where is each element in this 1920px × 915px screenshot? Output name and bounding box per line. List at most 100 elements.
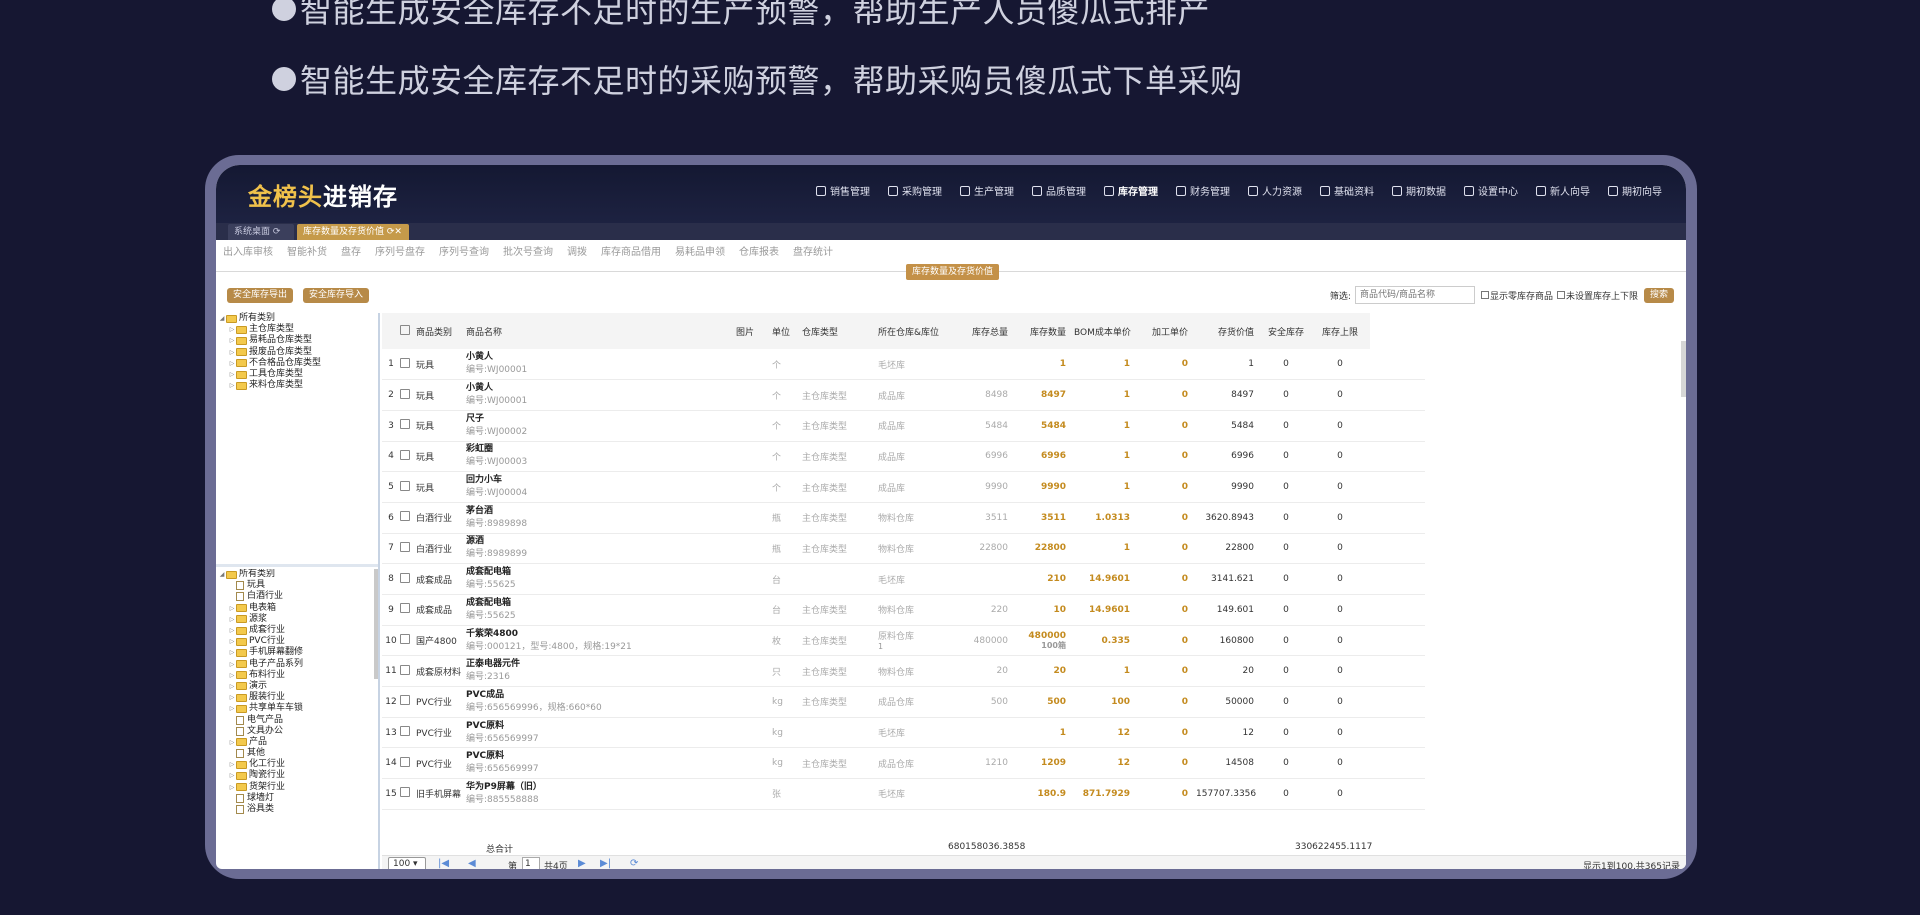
tree-item[interactable]: ▷ 不合格品仓库类型 bbox=[216, 358, 378, 369]
expand-arrow-icon[interactable]: ▷ bbox=[228, 358, 236, 369]
page-size-select[interactable]: 100 ▾ bbox=[388, 857, 426, 869]
tree-item[interactable]: 浴具类 bbox=[216, 804, 378, 815]
table-row[interactable]: 6 白酒行业 茅台酒 编号:8989898 瓶主仓库类型 物料仓库 3511 3511 1.03… bbox=[382, 502, 1425, 534]
tree-item[interactable]: ▷ 货架行业 bbox=[216, 782, 378, 793]
tree-item[interactable]: ▷ 演示 bbox=[216, 681, 378, 692]
prev-page-icon[interactable]: ◀ bbox=[468, 858, 476, 869]
row-checkbox[interactable] bbox=[400, 357, 410, 368]
product-name[interactable]: 成套配电箱 bbox=[466, 597, 736, 610]
tree-root[interactable]: ◢ 所有类别 bbox=[216, 569, 378, 580]
product-name[interactable]: 尺子 bbox=[466, 413, 736, 426]
table-row[interactable]: 10 国产4800 千紫荣4800 编号:000121，型号:4800，规格:19*2… bbox=[382, 625, 1425, 657]
expand-arrow-icon[interactable]: ▷ bbox=[228, 636, 236, 647]
column-header[interactable]: 存货价值 bbox=[1196, 313, 1262, 349]
table-row[interactable]: 11 成套原材料 正泰电器元件 编号:2316 只主仓库类型 物料仓库 20 20 1 0 20 0 0 bbox=[382, 655, 1425, 688]
product-name[interactable]: 回力小车 bbox=[466, 474, 736, 487]
export-safety-stock-button[interactable]: 安全库存导出 bbox=[227, 288, 294, 303]
tree-item[interactable]: ▷ 化工行业 bbox=[216, 759, 378, 770]
expand-arrow-icon[interactable]: ▷ bbox=[228, 380, 236, 391]
expand-arrow-icon[interactable]: ▷ bbox=[228, 659, 236, 670]
row-checkbox[interactable] bbox=[400, 388, 410, 399]
select-all-checkbox[interactable] bbox=[400, 324, 410, 335]
product-name[interactable]: 千紫荣4800 bbox=[466, 628, 736, 641]
search-button[interactable]: 搜索 bbox=[1643, 287, 1674, 303]
tree-item[interactable]: ▷ 报废品仓库类型 bbox=[216, 347, 378, 358]
product-name[interactable]: 彩虹圈 bbox=[466, 443, 736, 456]
nav-item-5[interactable]: 财务管理 bbox=[1176, 183, 1230, 198]
tree-item[interactable]: ▷ PVC行业 bbox=[216, 636, 378, 647]
last-page-icon[interactable]: ▶| bbox=[600, 858, 611, 869]
tree-item[interactable]: 电气产品 bbox=[216, 714, 378, 725]
show-zero-stock-checkbox[interactable] bbox=[1480, 291, 1489, 299]
expand-arrow-icon[interactable]: ▷ bbox=[228, 347, 236, 358]
expand-arrow-icon[interactable]: ▷ bbox=[228, 770, 236, 781]
tree-item[interactable]: ▷ 产品 bbox=[216, 737, 378, 748]
row-checkbox[interactable] bbox=[400, 634, 410, 645]
product-name[interactable]: PVC成品 bbox=[466, 689, 736, 702]
nav-item-3[interactable]: 品质管理 bbox=[1032, 183, 1086, 198]
table-row[interactable]: 4 玩具 彩虹圈 编号:WJ00003 个主仓库类型 成品库 6996 6996 1 0 6996 0… bbox=[382, 441, 1425, 473]
product-name[interactable]: 小黄人 bbox=[466, 382, 736, 395]
row-checkbox[interactable] bbox=[400, 695, 410, 706]
row-checkbox[interactable] bbox=[400, 756, 410, 767]
nav-item-7[interactable]: 基础资料 bbox=[1320, 183, 1374, 198]
subnav-item-8[interactable]: 易耗品申领 bbox=[675, 247, 725, 258]
table-row[interactable]: 12 PVC行业 PVC成品 编号:656569996，规格:660*60 kg 主仓库类… bbox=[382, 686, 1425, 718]
column-header[interactable]: 安全库存 bbox=[1262, 313, 1310, 349]
table-row[interactable]: 2 玩具 小黄人 编号:WJ00001 个主仓库类型 成品库 8498 8497 1 0 8497 0… bbox=[382, 379, 1425, 411]
subnav-item-6[interactable]: 调拨 bbox=[567, 247, 587, 258]
row-checkbox[interactable] bbox=[400, 787, 410, 798]
search-input[interactable] bbox=[1354, 286, 1475, 304]
refresh-icon[interactable]: ⟳ bbox=[630, 858, 638, 869]
tree-root[interactable]: ◢ 所有类别 bbox=[216, 313, 378, 324]
tree-item[interactable]: 文具办公 bbox=[216, 726, 378, 737]
expand-arrow-icon[interactable]: ▷ bbox=[228, 782, 236, 793]
column-header[interactable]: 商品类别 bbox=[416, 313, 466, 349]
expand-arrow-icon[interactable]: ▷ bbox=[228, 670, 236, 681]
column-header[interactable]: 库存总量 bbox=[954, 313, 1016, 349]
nav-item-1[interactable]: 采购管理 bbox=[888, 183, 942, 198]
table-row[interactable]: 9 成套成品 成套配电箱 编号:55625 台主仓库类型 物料仓库 220 10 14.9601… bbox=[382, 594, 1425, 626]
expand-arrow-icon[interactable]: ▷ bbox=[228, 681, 236, 692]
column-header[interactable]: 加工单价 bbox=[1138, 313, 1196, 349]
expand-arrow-icon[interactable]: ▷ bbox=[228, 737, 236, 748]
no-limit-checkbox[interactable] bbox=[1556, 291, 1565, 299]
expand-arrow-icon[interactable]: ▷ bbox=[228, 703, 236, 714]
tree-item[interactable]: ▷ 陶瓷行业 bbox=[216, 770, 378, 781]
table-row[interactable]: 5 玩具 回力小车 编号:WJ00004 个主仓库类型 成品库 9990 9990 1 0 9990… bbox=[382, 471, 1425, 503]
sidebar-scrollbar[interactable] bbox=[374, 569, 378, 679]
nav-item-4[interactable]: 库存管理 bbox=[1104, 183, 1158, 198]
product-name[interactable]: 成套配电箱 bbox=[466, 566, 736, 579]
subnav-item-2[interactable]: 盘存 bbox=[341, 247, 361, 258]
subnav-item-9[interactable]: 仓库报表 bbox=[739, 247, 779, 258]
row-checkbox[interactable] bbox=[400, 664, 410, 675]
column-header[interactable]: 库存上限 bbox=[1310, 313, 1370, 349]
expand-arrow-icon[interactable]: ▷ bbox=[228, 324, 236, 335]
row-checkbox[interactable] bbox=[400, 572, 410, 583]
table-row[interactable]: 15 旧手机屏幕 华为P9屏幕（旧） 编号:885558888 张 毛坯库 180.9 871… bbox=[382, 778, 1425, 810]
tree-item[interactable]: ▷ 手机屏幕翻修 bbox=[216, 647, 378, 658]
table-row[interactable]: 7 白酒行业 源酒 编号:8989899 瓶主仓库类型 物料仓库 22800 22800 1 0 2… bbox=[382, 533, 1425, 565]
nav-item-10[interactable]: 新人向导 bbox=[1536, 183, 1590, 198]
expand-arrow-icon[interactable]: ▷ bbox=[228, 335, 236, 346]
row-checkbox[interactable] bbox=[400, 511, 410, 522]
expand-arrow-icon[interactable]: ▷ bbox=[228, 614, 236, 625]
tree-item[interactable]: ▷ 电表箱 bbox=[216, 603, 378, 614]
row-checkbox[interactable] bbox=[400, 603, 410, 614]
tree-item[interactable]: ▷ 服装行业 bbox=[216, 692, 378, 703]
column-header[interactable]: 仓库类型 bbox=[802, 313, 878, 349]
tree-item[interactable]: 玩具 bbox=[216, 580, 378, 591]
column-header[interactable]: 商品名称 bbox=[466, 313, 736, 349]
column-header[interactable]: 图片 bbox=[736, 313, 772, 349]
subnav-item-7[interactable]: 库存商品借用 bbox=[601, 247, 661, 258]
expand-arrow-icon[interactable]: ▷ bbox=[228, 759, 236, 770]
tree-item[interactable]: 其他 bbox=[216, 748, 378, 759]
product-name[interactable]: 正泰电器元件 bbox=[466, 658, 736, 671]
first-page-icon[interactable]: |◀ bbox=[438, 858, 449, 869]
tab-inventory-value[interactable]: 库存数量及存货价值 ⟳✕ bbox=[297, 224, 409, 240]
tree-item[interactable]: ▷ 来料仓库类型 bbox=[216, 380, 378, 391]
subnav-item-1[interactable]: 智能补货 bbox=[287, 247, 327, 258]
expand-arrow-icon[interactable]: ▷ bbox=[228, 692, 236, 703]
table-row[interactable]: 1 玩具 小黄人 编号:WJ00001 个毛坯库 1 1 0 1 0 0 bbox=[382, 349, 1425, 381]
table-row[interactable]: 8 成套成品 成套配电箱 编号:55625 台毛坯库 210 14.9601 0 3141.62… bbox=[382, 563, 1425, 595]
